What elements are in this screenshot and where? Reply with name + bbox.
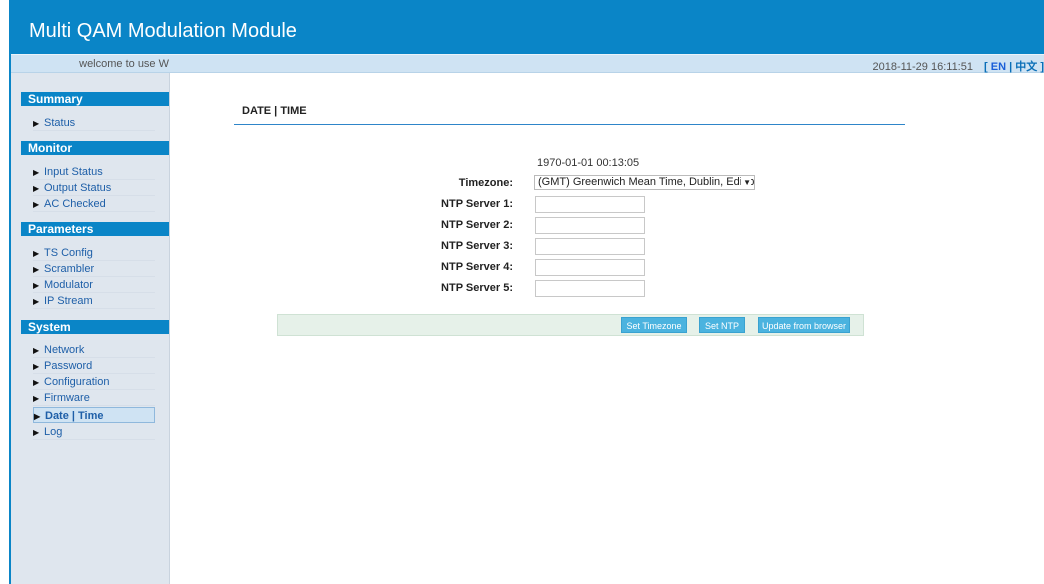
triangle-right-icon: ▶ [33, 297, 40, 306]
sidebar-item-network[interactable]: ▶ Network [33, 342, 155, 358]
triangle-right-icon: ▶ [33, 428, 40, 437]
ntp-server-5-label: NTP Server 5: [441, 282, 513, 294]
timezone-selected-value: (GMT) Greenwich Mean Time, Dublin, Edinb… [538, 176, 755, 188]
sidebar-item-label: Scrambler [44, 263, 95, 275]
triangle-right-icon: ▶ [33, 346, 40, 355]
sidebar-item-label: Input Status [44, 166, 103, 178]
sidebar-item-status[interactable]: ▶ Status [33, 115, 155, 131]
sidebar-item-modulator[interactable]: ▶ Modulator [33, 277, 155, 293]
sidebar-item-ts-config[interactable]: ▶ TS Config [33, 245, 155, 261]
ntp-server-1-label: NTP Server 1: [441, 198, 513, 210]
sidebar-item-label: TS Config [44, 247, 93, 259]
welcome-text: welcome to use W [79, 58, 169, 70]
sidebar-item-firmware[interactable]: ▶ Firmware [33, 390, 155, 406]
sidebar-section-system: System [21, 320, 169, 334]
timezone-select[interactable]: (GMT) Greenwich Mean Time, Dublin, Edinb… [534, 175, 755, 190]
triangle-right-icon: ▶ [33, 378, 40, 387]
welcome-bar: welcome to use W 2018-11-29 16:11:51 [ E… [11, 54, 1044, 73]
sidebar-item-label: Firmware [44, 392, 90, 404]
triangle-right-icon: ▶ [33, 265, 40, 274]
ntp-server-2-input[interactable] [535, 217, 645, 234]
triangle-right-icon: ▶ [33, 119, 40, 128]
sidebar-item-label: Date | Time [45, 410, 104, 422]
sidebar-item-input-status[interactable]: ▶ Input Status [33, 164, 155, 180]
system-datetime: 2018-11-29 16:11:51 [ EN | 中文 ] [872, 58, 1044, 74]
triangle-right-icon: ▶ [33, 249, 40, 258]
action-button-bar: Set Timezone Set NTP Update from browser [277, 314, 864, 336]
sidebar-item-label: Output Status [44, 182, 112, 194]
set-timezone-button[interactable]: Set Timezone [621, 317, 687, 333]
triangle-right-icon: ▶ [33, 168, 40, 177]
sidebar-item-log[interactable]: ▶ Log [33, 424, 155, 440]
triangle-right-icon: ▶ [33, 200, 40, 209]
app-title: Multi QAM Modulation Module [29, 20, 297, 42]
sidebar-item-label: Password [44, 360, 93, 372]
sidebar-item-label: Modulator [44, 279, 93, 291]
lang-close-bracket: ] [1040, 61, 1044, 73]
sidebar-item-label: AC Checked [44, 198, 106, 210]
page-title: DATE | TIME [242, 105, 307, 117]
lang-open-bracket: [ [984, 61, 988, 73]
update-from-browser-button[interactable]: Update from browser [758, 317, 850, 333]
ntp-server-3-input[interactable] [535, 238, 645, 255]
language-switcher: [ EN | 中文 ] [984, 61, 1044, 73]
triangle-right-icon: ▶ [33, 281, 40, 290]
lang-separator: | [1009, 61, 1013, 73]
ntp-server-4-input[interactable] [535, 259, 645, 276]
sidebar-section-monitor: Monitor [21, 141, 169, 155]
sidebar-item-label: Network [44, 344, 85, 356]
sidebar-section-summary: Summary [21, 92, 169, 106]
app-header: Multi QAM Modulation Module [11, 0, 1044, 54]
ntp-server-3-label: NTP Server 3: [441, 240, 513, 252]
sidebar-item-label: Configuration [44, 376, 110, 388]
lang-zh-link[interactable]: 中文 [1015, 61, 1037, 73]
triangle-right-icon: ▶ [33, 394, 40, 403]
device-current-time: 1970-01-01 00:13:05 [537, 157, 640, 169]
sidebar-item-configuration[interactable]: ▶ Configuration [33, 374, 155, 390]
caret-down-icon: ▼ [741, 176, 751, 189]
window-left-edge [0, 0, 11, 584]
datetime-value: 2018-11-29 16:11:51 [872, 61, 973, 73]
ntp-server-1-input[interactable] [535, 196, 645, 213]
ntp-server-5-input[interactable] [535, 280, 645, 297]
sidebar-item-ip-stream[interactable]: ▶ IP Stream [33, 293, 155, 309]
set-ntp-button[interactable]: Set NTP [699, 317, 745, 333]
lang-en-link[interactable]: EN [991, 61, 1006, 73]
triangle-right-icon: ▶ [33, 362, 40, 371]
sidebar-item-date-time[interactable]: ▶ Date | Time [33, 407, 155, 423]
triangle-right-icon: ▶ [33, 184, 40, 193]
ntp-server-4-label: NTP Server 4: [441, 261, 513, 273]
timezone-label: Timezone: [458, 177, 513, 189]
triangle-right-icon: ▶ [34, 412, 41, 421]
sidebar-item-ac-checked[interactable]: ▶ AC Checked [33, 196, 155, 212]
sidebar-item-label: Log [44, 426, 63, 438]
sidebar-item-label: IP Stream [44, 295, 93, 307]
ntp-server-2-label: NTP Server 2: [441, 219, 513, 231]
sidebar-item-label: Status [44, 117, 76, 129]
sidebar-section-parameters: Parameters [21, 222, 169, 236]
sidebar-item-output-status[interactable]: ▶ Output Status [33, 180, 155, 196]
title-divider [234, 124, 905, 125]
sidebar-item-scrambler[interactable]: ▶ Scrambler [33, 261, 155, 277]
sidebar-item-password[interactable]: ▶ Password [33, 358, 155, 374]
